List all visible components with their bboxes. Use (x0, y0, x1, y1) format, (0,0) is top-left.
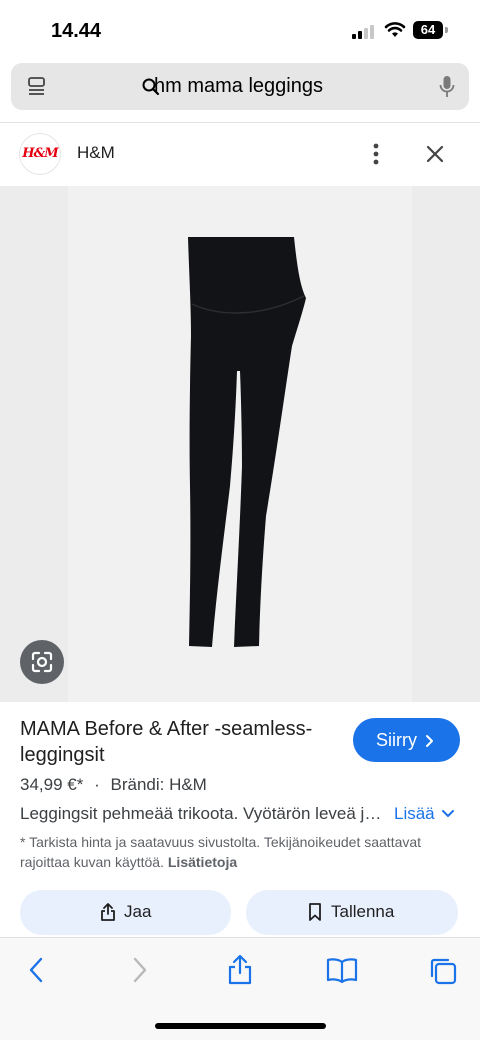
product-description: Leggingsit pehmeää trikoota. Vyötärön le… (20, 804, 382, 823)
close-icon[interactable] (425, 144, 445, 164)
share-sheet-icon[interactable] (227, 954, 253, 986)
search-bar[interactable]: hm mama leggings (11, 63, 469, 110)
product-meta: 34,99 €* · Brändi: H&M (20, 775, 207, 795)
more-link[interactable]: Lisää (394, 804, 435, 824)
search-query[interactable]: hm mama leggings (154, 75, 323, 98)
microphone-icon[interactable] (439, 75, 455, 99)
tabs-overview-icon[interactable] (428, 956, 458, 986)
share-icon (101, 903, 115, 921)
battery-tip (445, 27, 448, 33)
leggings-image (188, 237, 306, 647)
back-icon[interactable] (26, 956, 46, 984)
lens-icon (31, 651, 53, 673)
source-logo[interactable]: H&M (20, 134, 60, 174)
book-icon[interactable] (326, 956, 358, 984)
battery-indicator: 64 (413, 21, 443, 39)
copyright-note: * Tarkista hinta ja saatavuus sivustolta… (20, 832, 460, 872)
source-header: H&M H&M (0, 123, 480, 186)
chevron-right-icon (426, 735, 433, 747)
more-vert-icon[interactable] (366, 143, 386, 165)
status-time: 14.44 (51, 20, 102, 42)
save-label: Tallenna (331, 902, 395, 921)
visit-button[interactable]: Siirry (353, 718, 460, 762)
signal-icon (352, 23, 376, 39)
product-title: MAMA Before & After -seamless-leggingsit (20, 718, 313, 766)
visit-button-label: Siirry (376, 730, 417, 750)
chevron-down-icon[interactable] (441, 809, 455, 819)
meta-separator: · (94, 775, 100, 794)
share-label: Jaa (124, 902, 152, 921)
tabs-icon[interactable] (27, 76, 47, 98)
learn-more-link[interactable]: Lisätietoja (168, 854, 237, 870)
home-indicator[interactable] (155, 1023, 326, 1029)
lens-button[interactable] (20, 640, 64, 684)
product-price: 34,99 €* (20, 775, 84, 794)
save-button[interactable]: Tallenna (246, 890, 458, 935)
wifi-icon (384, 22, 406, 37)
source-name[interactable]: H&M (77, 143, 115, 163)
bookmark-icon (309, 903, 321, 921)
share-button[interactable]: Jaa (20, 890, 231, 935)
status-bar: 14.44 64 (0, 0, 480, 58)
product-image[interactable] (0, 186, 480, 702)
forward-icon[interactable] (130, 956, 150, 984)
product-brand: Brändi: H&M (110, 775, 207, 794)
